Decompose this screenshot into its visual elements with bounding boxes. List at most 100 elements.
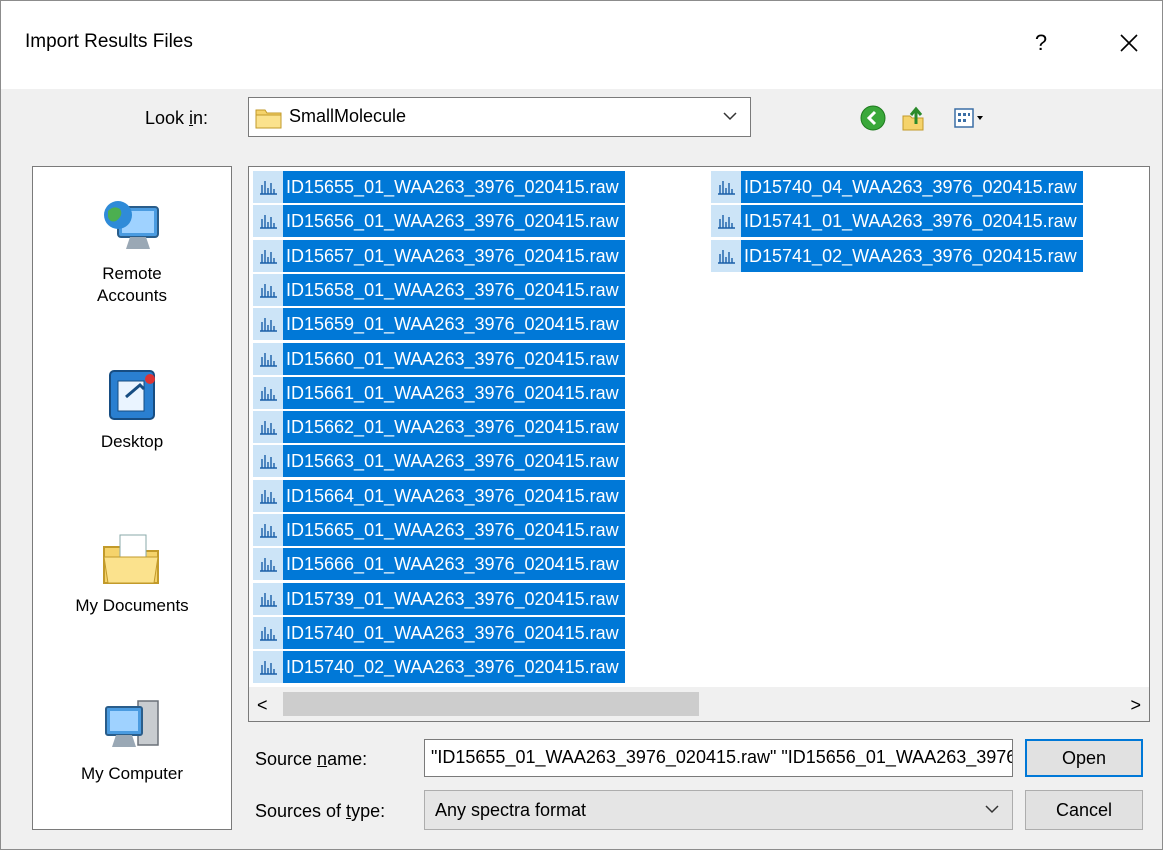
- folder-icon: [255, 109, 282, 129]
- file-icon-wrap: [253, 205, 283, 238]
- back-button[interactable]: [856, 101, 890, 135]
- spectrum-file-icon: [260, 421, 277, 435]
- place-label: Desktop: [100, 432, 164, 451]
- spectrum-file-icon: [260, 249, 277, 264]
- sources-of-type-combo[interactable]: Any spectra format: [424, 790, 1013, 830]
- file-icon-wrap: [711, 171, 741, 203]
- place-my-computer[interactable]: My Computer: [33, 695, 231, 785]
- back-arrow-icon: [860, 105, 886, 131]
- file-name: ID15659_01_WAA263_3976_020415.raw: [283, 308, 625, 341]
- file-icon-wrap: [253, 376, 283, 409]
- file-item[interactable]: ID15663_01_WAA263_3976_020415.raw: [253, 445, 625, 478]
- file-item[interactable]: ID15741_01_WAA263_3976_020415.raw: [711, 205, 1083, 238]
- file-name: ID15656_01_WAA263_3976_020415.raw: [283, 205, 625, 238]
- help-icon: ?: [1034, 30, 1048, 55]
- file-item[interactable]: ID15655_01_WAA263_3976_020415.raw: [253, 171, 625, 203]
- file-item[interactable]: ID15739_01_WAA263_3976_020415.raw: [253, 582, 625, 615]
- place-my-documents[interactable]: My Documents: [33, 527, 231, 617]
- file-icon-wrap: [253, 411, 283, 444]
- chevron-down-icon: [723, 112, 737, 121]
- file-item[interactable]: ID15658_01_WAA263_3976_020415.raw: [253, 273, 625, 306]
- file-item[interactable]: ID15657_01_WAA263_3976_020415.raw: [253, 239, 625, 272]
- place-label: Remote: [102, 264, 162, 283]
- place-remote-accounts[interactable]: Remote Accounts: [33, 195, 231, 307]
- file-item[interactable]: ID15665_01_WAA263_3976_020415.raw: [253, 514, 625, 546]
- file-name: ID15662_01_WAA263_3976_020415.raw: [283, 411, 625, 444]
- file-name: ID15663_01_WAA263_3976_020415.raw: [283, 445, 625, 478]
- my-computer-icon: [105, 700, 159, 747]
- view-menu-button[interactable]: [946, 101, 998, 135]
- scrollbar-thumb[interactable]: [283, 692, 699, 716]
- look-in-value: SmallMolecule: [289, 106, 407, 126]
- file-icon-wrap: [253, 171, 283, 203]
- file-name: ID15664_01_WAA263_3976_020415.raw: [283, 479, 625, 512]
- cancel-button[interactable]: Cancel: [1025, 790, 1143, 830]
- file-icon-wrap: [253, 616, 283, 649]
- place-label: My Documents: [75, 596, 189, 615]
- help-button[interactable]: ?: [1021, 23, 1061, 63]
- open-button[interactable]: Open: [1025, 739, 1143, 777]
- file-name: ID15661_01_WAA263_3976_020415.raw: [283, 376, 625, 409]
- source-name-label: Source name:: [255, 749, 368, 769]
- file-name: ID15657_01_WAA263_3976_020415.raw: [283, 239, 625, 272]
- source-name-input[interactable]: "ID15655_01_WAA263_3976_020415.raw" "ID1…: [424, 739, 1013, 777]
- spectrum-file-icon: [260, 318, 277, 332]
- file-icon-wrap: [253, 548, 283, 581]
- title-bar: Import Results Files ?: [1, 1, 1162, 89]
- file-item[interactable]: ID15656_01_WAA263_3976_020415.raw: [253, 205, 625, 238]
- file-item[interactable]: ID15740_02_WAA263_3976_020415.raw: [253, 651, 625, 684]
- file-item[interactable]: ID15740_01_WAA263_3976_020415.raw: [253, 616, 625, 649]
- file-icon-wrap: [253, 479, 283, 512]
- file-icon-wrap: [253, 514, 283, 546]
- file-list[interactable]: ID15655_01_WAA263_3976_020415.raw ID15656…: [248, 166, 1150, 722]
- spectrum-file-icon: [260, 455, 277, 470]
- file-name: ID15741_01_WAA263_3976_020415.raw: [741, 205, 1083, 238]
- file-icon-wrap: [253, 342, 283, 375]
- place-desktop[interactable]: Desktop: [33, 363, 231, 453]
- sources-of-type-value: Any spectra format: [435, 800, 587, 820]
- spectrum-file-icon: [260, 181, 277, 195]
- up-folder-button[interactable]: [898, 101, 932, 135]
- file-icon-wrap: [253, 239, 283, 272]
- file-icon-wrap: [253, 582, 283, 615]
- close-icon: [1120, 34, 1138, 52]
- close-button[interactable]: [1109, 23, 1149, 63]
- file-item[interactable]: ID15740_04_WAA263_3976_020415.raw: [711, 171, 1083, 203]
- scroll-right-icon[interactable]: >: [1130, 695, 1141, 716]
- import-results-dialog: Import Results Files ? Look in: SmallMol…: [0, 0, 1163, 850]
- file-icon-wrap: [711, 239, 741, 272]
- spectrum-file-icon: [260, 215, 277, 229]
- file-name: ID15740_02_WAA263_3976_020415.raw: [283, 651, 625, 684]
- file-item[interactable]: ID15666_01_WAA263_3976_020415.raw: [253, 548, 625, 581]
- look-in-combo[interactable]: SmallMolecule: [248, 97, 751, 137]
- file-item[interactable]: ID15662_01_WAA263_3976_020415.raw: [253, 411, 625, 444]
- file-item[interactable]: ID15659_01_WAA263_3976_020415.raw: [253, 308, 625, 341]
- scroll-left-icon[interactable]: <: [257, 695, 268, 716]
- file-item[interactable]: ID15661_01_WAA263_3976_020415.raw: [253, 376, 625, 409]
- file-icon-wrap: [253, 273, 283, 306]
- spectrum-file-icon: [260, 592, 277, 607]
- spectrum-file-icon: [260, 661, 277, 675]
- view-menu-icon: [954, 108, 983, 128]
- file-icon-wrap: [711, 205, 741, 238]
- spectrum-file-icon: [260, 489, 277, 504]
- file-name: ID15741_02_WAA263_3976_020415.raw: [741, 239, 1083, 272]
- file-name: ID15660_01_WAA263_3976_020415.raw: [283, 342, 625, 375]
- spectrum-file-icon: [718, 181, 735, 195]
- desktop-icon: [109, 370, 155, 420]
- look-in-label: Look in:: [145, 108, 209, 128]
- file-name: ID15740_01_WAA263_3976_020415.raw: [283, 616, 625, 649]
- up-folder-icon: [902, 106, 924, 131]
- chevron-down-icon: [985, 805, 999, 814]
- places-bar: Remote Accounts Desktop My Documents My …: [32, 166, 232, 830]
- file-name: ID15666_01_WAA263_3976_020415.raw: [283, 548, 625, 581]
- horizontal-scrollbar[interactable]: < >: [249, 687, 1149, 721]
- file-item[interactable]: ID15741_02_WAA263_3976_020415.raw: [711, 239, 1083, 272]
- file-name: ID15655_01_WAA263_3976_020415.raw: [283, 171, 625, 203]
- spectrum-file-icon: [260, 524, 277, 538]
- file-item[interactable]: ID15660_01_WAA263_3976_020415.raw: [253, 342, 625, 375]
- file-item[interactable]: ID15664_01_WAA263_3976_020415.raw: [253, 479, 625, 512]
- spectrum-file-icon: [260, 626, 277, 641]
- sources-of-type-label: Sources of type:: [255, 801, 386, 821]
- spectrum-file-icon: [260, 283, 277, 298]
